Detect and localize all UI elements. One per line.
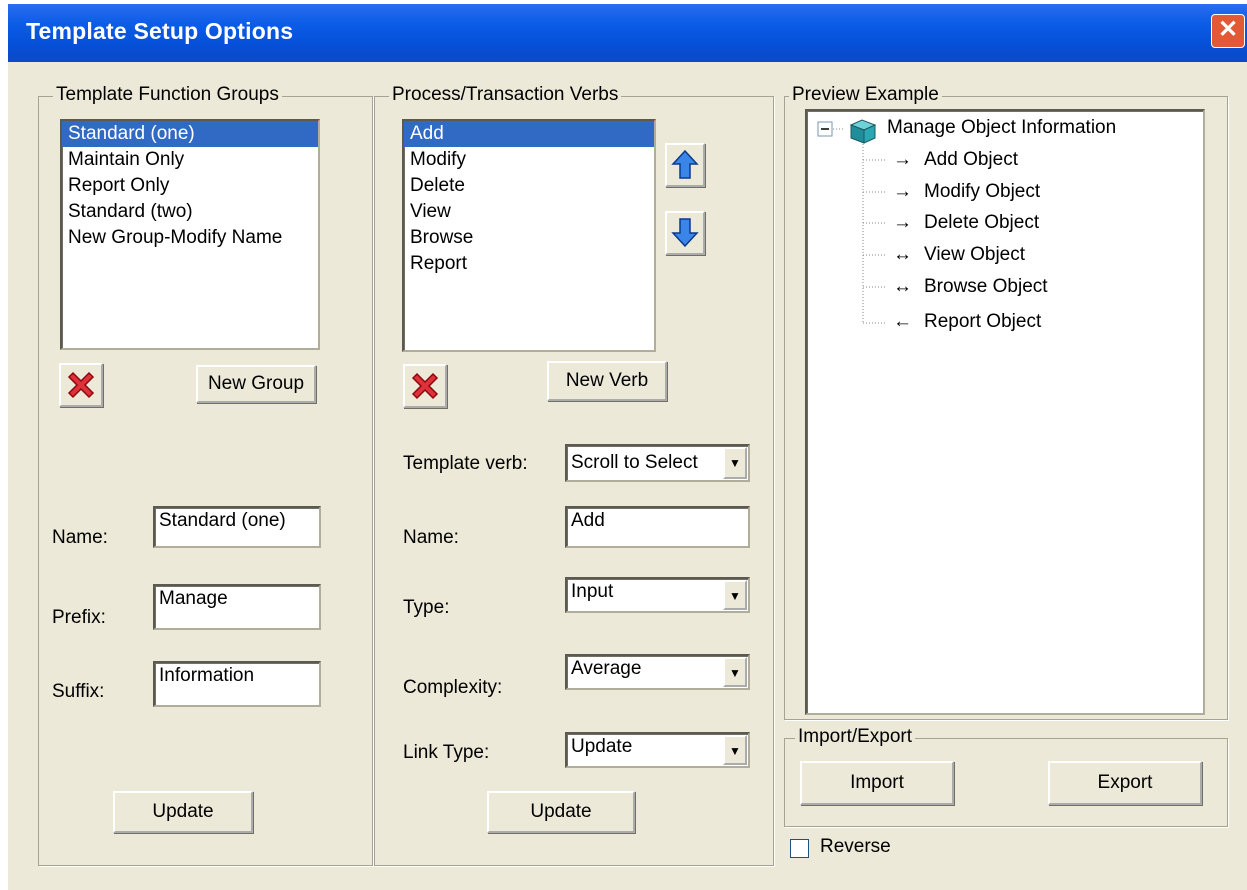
tree-node-label: Add Object (924, 149, 1018, 170)
template-verb-value: Scroll to Select (571, 452, 698, 473)
verb-item[interactable]: View (404, 199, 654, 225)
complexity-label: Complexity: (403, 677, 503, 698)
tree-node-label: View Object (924, 244, 1026, 265)
verb-name-field[interactable]: Add (565, 506, 750, 548)
function-groups-list[interactable]: Standard (one) Maintain Only Report Only… (60, 119, 320, 350)
tree-node-label: Modify Object (924, 181, 1041, 202)
suffix-field[interactable]: Information (153, 661, 321, 707)
red-x-icon (67, 371, 95, 399)
move-down-button[interactable] (665, 211, 705, 255)
preview-tree[interactable]: Manage Object Information → Add Object → M… (805, 109, 1205, 715)
tree-node[interactable]: ↔ Browse Object (893, 276, 1048, 298)
left-arrow-icon: ← (893, 311, 912, 332)
type-select[interactable]: Input ▼ (565, 577, 750, 613)
delete-group-button[interactable] (59, 363, 103, 407)
group-item[interactable]: New Group-Modify Name (62, 225, 318, 251)
verbs-list[interactable]: Add Modify Delete View Browse Report (402, 119, 656, 352)
tree-node-label: Delete Object (924, 212, 1040, 233)
prefix-label: Prefix: (52, 607, 106, 628)
template-verb-label: Template verb: (403, 453, 528, 474)
group-name-label: Name: (52, 527, 108, 548)
export-button[interactable]: Export (1048, 761, 1202, 805)
verb-item[interactable]: Add (404, 121, 654, 147)
type-value: Input (571, 581, 614, 602)
complexity-value: Average (571, 658, 642, 679)
group-item[interactable]: Maintain Only (62, 147, 318, 173)
verbs-legend: Process/Transaction Verbs (389, 84, 622, 106)
close-button[interactable]: ✕ (1211, 14, 1245, 48)
tree-node[interactable]: → Modify Object (893, 181, 1040, 203)
right-arrow-icon: → (893, 212, 912, 233)
link-type-label: Link Type: (403, 742, 490, 763)
tree-node[interactable]: → Add Object (893, 149, 1018, 171)
tree-node-label: Report Object (924, 311, 1042, 332)
cube-icon (849, 119, 877, 144)
function-groups-legend: Template Function Groups (53, 84, 282, 106)
arrow-down-icon (671, 218, 699, 248)
reverse-label[interactable]: Reverse (820, 836, 891, 858)
import-button[interactable]: Import (800, 761, 954, 805)
move-up-button[interactable] (665, 143, 705, 187)
verb-name-label: Name: (403, 527, 459, 548)
tree-node[interactable]: ↔ View Object (893, 244, 1025, 266)
tree-node[interactable]: → Delete Object (893, 212, 1039, 234)
new-verb-button[interactable]: New Verb (547, 361, 667, 401)
dialog-title: Template Setup Options (26, 18, 294, 44)
chevron-down-icon[interactable]: ▼ (723, 580, 747, 610)
arrow-up-icon (671, 149, 699, 179)
import-export-legend: Import/Export (795, 726, 916, 748)
type-label: Type: (403, 597, 450, 618)
preview-legend: Preview Example (789, 84, 942, 106)
verb-item[interactable]: Browse (404, 225, 654, 251)
complexity-select[interactable]: Average ▼ (565, 654, 750, 690)
group-item[interactable]: Report Only (62, 173, 318, 199)
verb-item[interactable]: Delete (404, 173, 654, 199)
update-group-button[interactable]: Update (113, 791, 253, 833)
right-arrow-icon: → (893, 181, 912, 202)
title-bar[interactable]: Template Setup Options ✕ (8, 4, 1247, 62)
group-item[interactable]: Standard (two) (62, 199, 318, 225)
update-verb-button[interactable]: Update (487, 791, 635, 833)
left-right-arrow-icon: ↔ (893, 244, 912, 265)
delete-verb-button[interactable] (403, 364, 447, 408)
chevron-down-icon[interactable]: ▼ (723, 447, 747, 479)
prefix-field[interactable]: Manage (153, 584, 321, 630)
tree-root-label[interactable]: Manage Object Information (887, 117, 1116, 139)
tree-node[interactable]: ← Report Object (893, 311, 1041, 333)
dialog-window: Template Setup Options ✕ Template Functi… (8, 4, 1247, 890)
right-arrow-icon: → (893, 149, 912, 170)
verb-item[interactable]: Modify (404, 147, 654, 173)
template-verb-select[interactable]: Scroll to Select ▼ (565, 444, 750, 482)
group-name-field[interactable]: Standard (one) (153, 506, 321, 548)
chevron-down-icon[interactable]: ▼ (723, 657, 747, 687)
left-right-arrow-icon: ↔ (893, 276, 912, 297)
link-type-value: Update (571, 736, 633, 757)
suffix-label: Suffix: (52, 681, 105, 702)
verb-item[interactable]: Report (404, 251, 654, 277)
new-group-button[interactable]: New Group (196, 365, 316, 403)
link-type-select[interactable]: Update ▼ (565, 732, 750, 768)
reverse-checkbox[interactable] (790, 839, 809, 858)
red-x-icon (411, 372, 439, 400)
group-item[interactable]: Standard (one) (62, 121, 318, 147)
chevron-down-icon[interactable]: ▼ (723, 735, 747, 765)
tree-node-label: Browse Object (924, 276, 1048, 297)
